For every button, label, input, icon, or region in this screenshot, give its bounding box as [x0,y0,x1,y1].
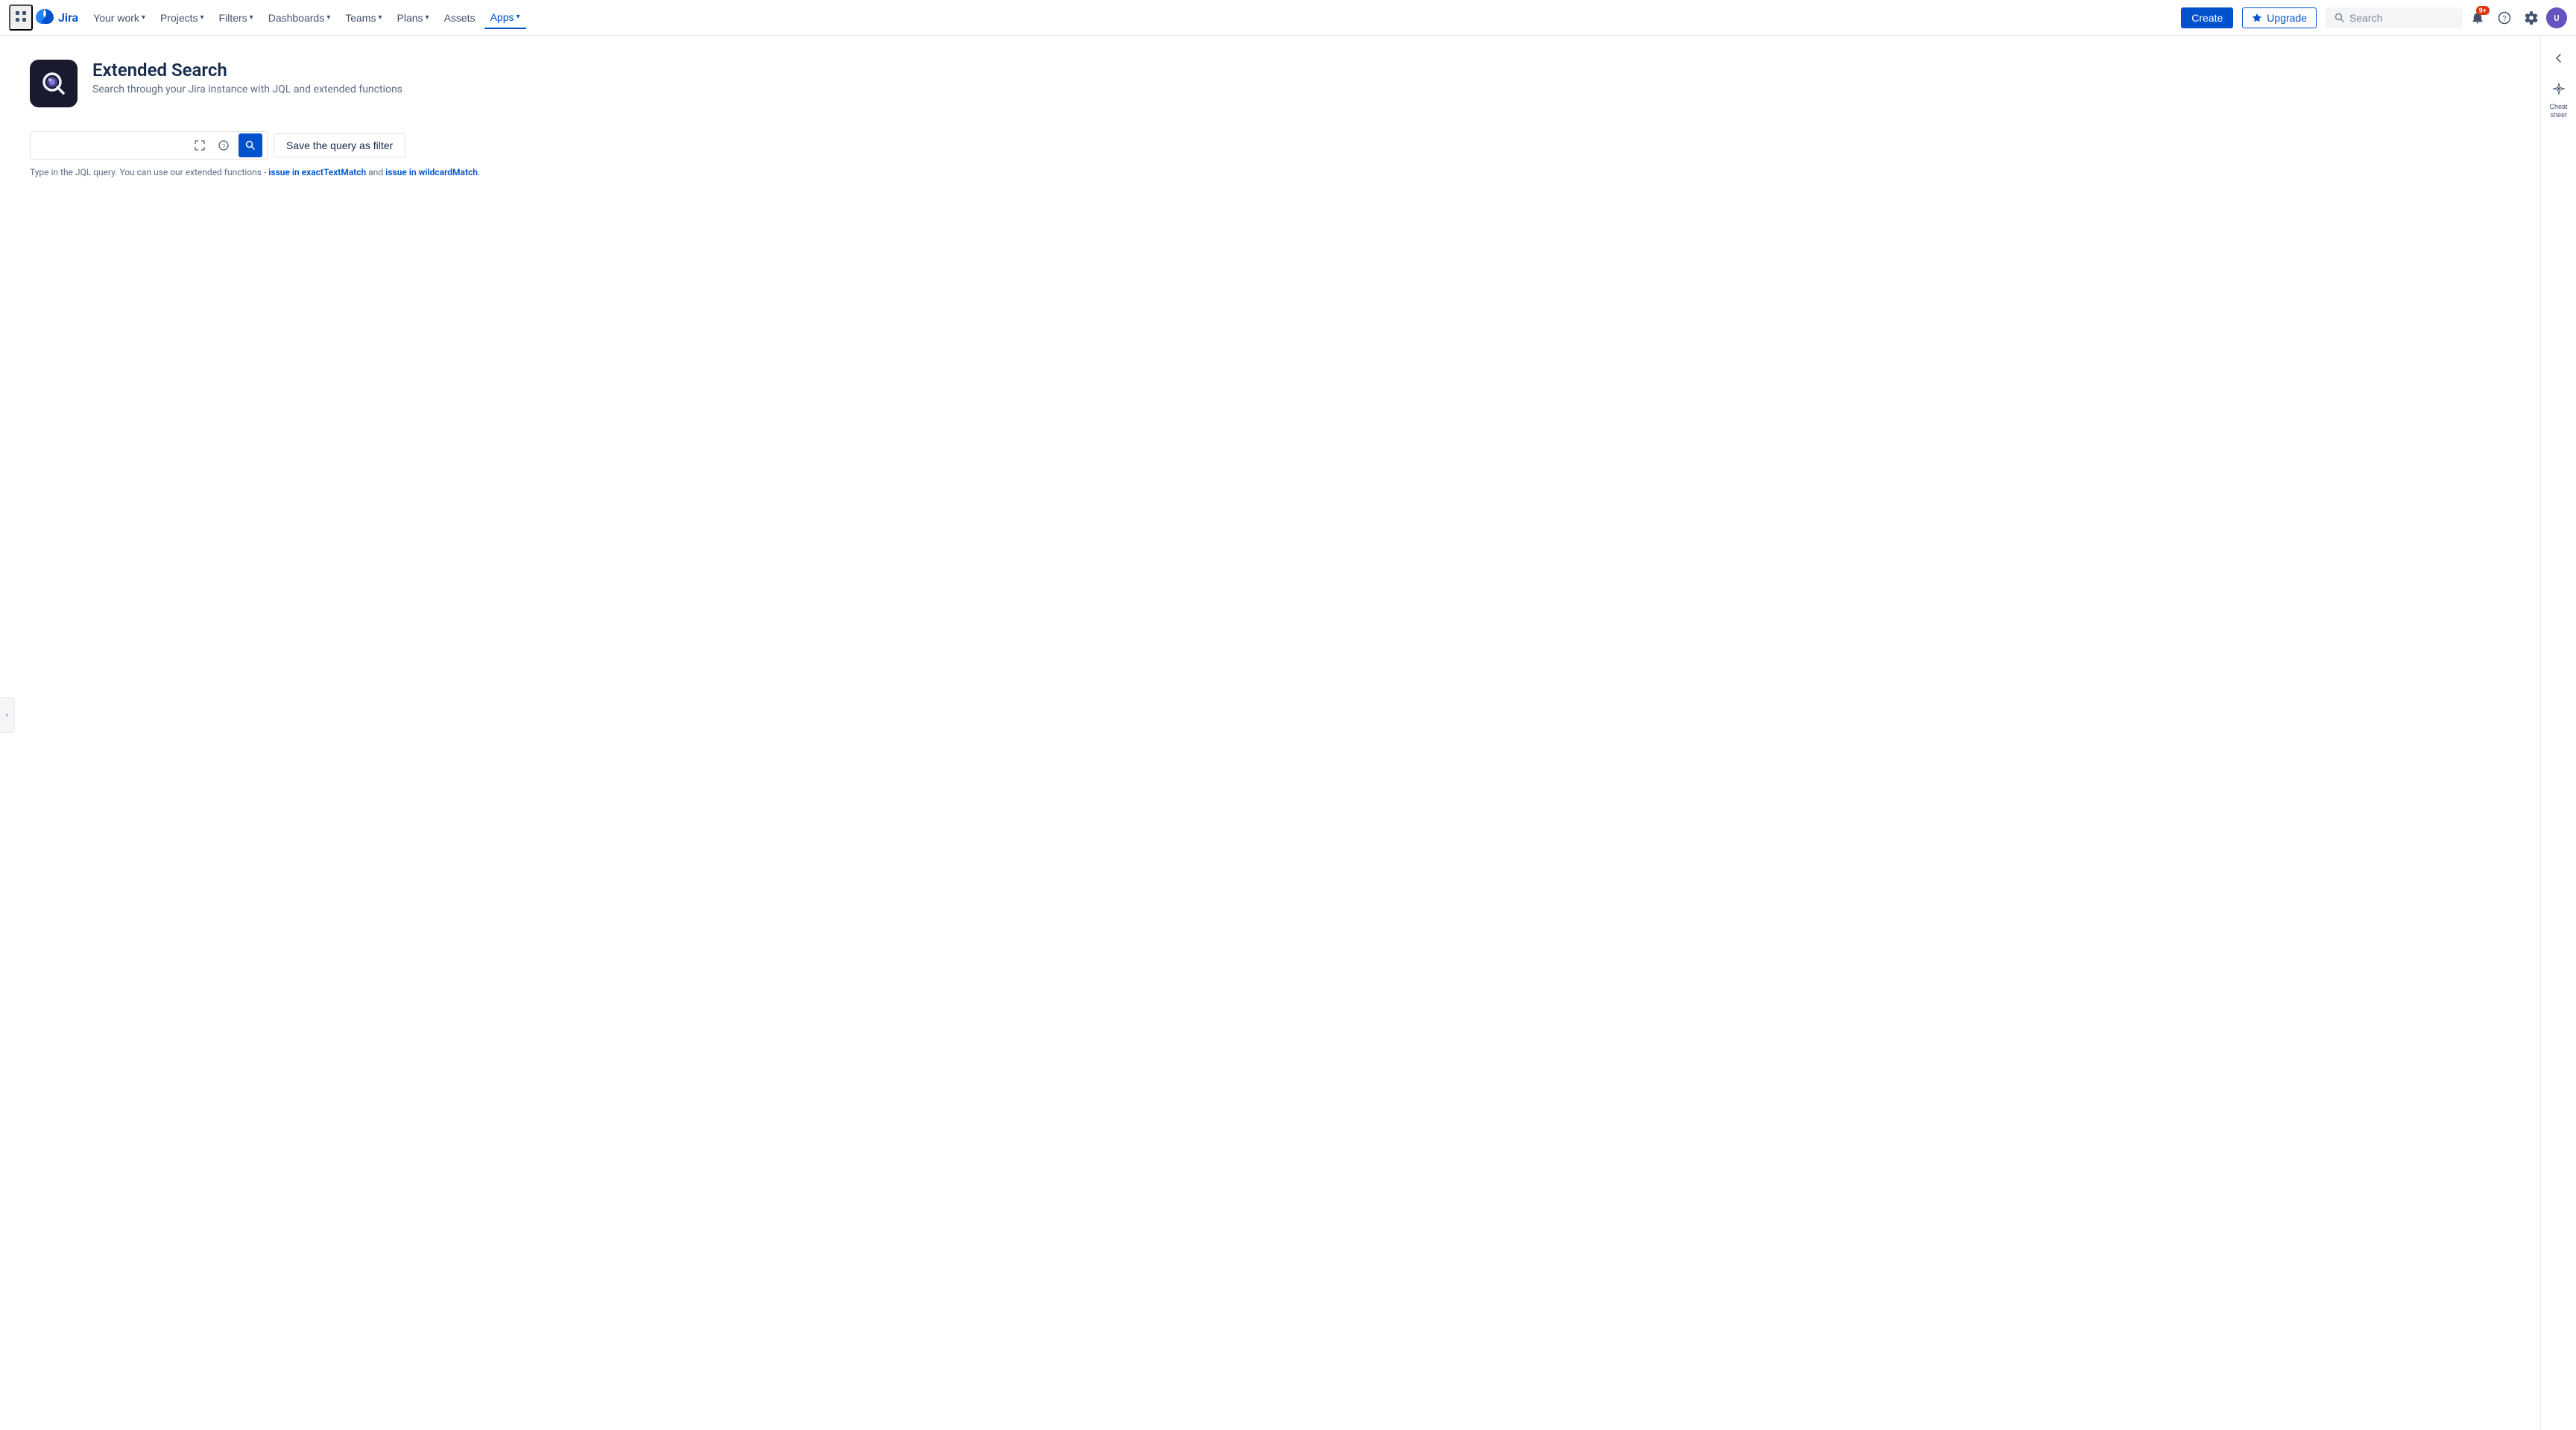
wildcard-match-link[interactable]: issue in wildcardMatch [385,167,478,177]
settings-button[interactable] [2519,6,2543,30]
hint-middle: and [366,167,385,177]
nav-teams[interactable]: Teams ▾ [339,7,388,28]
jql-search-button[interactable] [239,133,262,157]
help-button[interactable]: ? [2493,6,2516,30]
search-input[interactable] [2349,12,2454,24]
apps-chevron: ▾ [517,13,520,21]
notification-badge: 9+ [2476,6,2490,15]
jql-input[interactable] [31,133,183,157]
hint-prefix: Type in the JQL query. You can use our e… [30,167,268,177]
projects-chevron: ▾ [201,13,204,22]
nav-filters[interactable]: Filters ▾ [213,7,259,28]
avatar-image: U [2546,7,2567,28]
svg-text:?: ? [2502,15,2507,23]
nav-plans[interactable]: Plans ▾ [391,7,435,28]
jql-icons: ? [189,132,267,159]
save-filter-button[interactable]: Save the query as filter [274,133,405,157]
search-icon [2334,13,2345,23]
jira-logo-icon [36,9,54,27]
teams-chevron: ▾ [378,13,382,22]
nav-apps[interactable]: Apps ▾ [484,7,526,29]
sidebar-toggle-button[interactable]: ‹ [0,697,15,733]
jql-expand-button[interactable] [189,135,210,156]
hint-suffix: . [478,167,480,177]
nav-projects[interactable]: Projects ▾ [154,7,210,28]
help-icon: ? [2498,11,2511,25]
dashboards-chevron: ▾ [326,13,330,22]
nav-bar: Jira Your work ▾ Projects ▾ Filters ▾ Da… [0,0,2576,36]
global-search[interactable] [2326,7,2463,28]
upgrade-icon [2252,13,2262,23]
right-panel: Cheat sheet [2540,36,2576,1430]
jql-bar: ? [30,131,268,160]
grid-menu-button[interactable] [9,4,33,31]
cheat-sheet-label: Cheat sheet [2545,103,2572,119]
nav-your-work[interactable]: Your work ▾ [87,7,151,28]
app-header-text: Extended Search Search through your Jira… [92,60,402,95]
cheat-sheet-button[interactable]: Cheat sheet [2542,78,2575,124]
grid-icon [15,10,27,22]
content-area: ‹ Extended Search [0,36,2540,1430]
svg-text:U: U [2554,13,2559,23]
jira-logo-text: Jira [58,10,78,25]
cheat-sheet-icon [2552,83,2566,100]
nav-assets[interactable]: Assets [438,7,482,28]
svg-text:?: ? [222,143,226,150]
chevron-left-icon: ‹ [6,711,8,719]
notifications-button[interactable]: 9+ [2466,6,2490,30]
settings-icon [2525,11,2538,25]
jql-help-button[interactable]: ? [213,135,234,156]
app-subtitle: Search through your Jira instance with J… [92,84,402,95]
expand-icon [195,140,205,151]
collapse-arrow-icon [2553,52,2565,68]
app-header: Extended Search Search through your Jira… [30,60,2510,107]
plans-chevron: ▾ [426,13,429,22]
nav-dashboards[interactable]: Dashboards ▾ [262,7,337,28]
extended-search-app-icon [39,69,69,98]
main-container: ‹ Extended Search [0,36,2576,1430]
search-magnify-icon [245,140,256,151]
your-work-chevron: ▾ [142,13,145,22]
upgrade-button[interactable]: Upgrade [2242,7,2317,28]
hint-text: Type in the JQL query. You can use our e… [30,167,2510,177]
filters-chevron: ▾ [250,13,253,22]
search-section: ? Save the query as filter [30,131,2510,177]
avatar[interactable]: U [2546,7,2567,28]
search-row: ? Save the query as filter [30,131,701,160]
app-title: Extended Search [92,60,402,81]
jira-logo[interactable]: Jira [36,9,78,27]
app-icon-container [30,60,78,107]
right-panel-collapse-button[interactable] [2542,48,2575,72]
exact-text-match-link[interactable]: issue in exactTextMatch [268,167,366,177]
create-button[interactable]: Create [2181,7,2233,28]
help-circle-icon: ? [218,140,229,151]
